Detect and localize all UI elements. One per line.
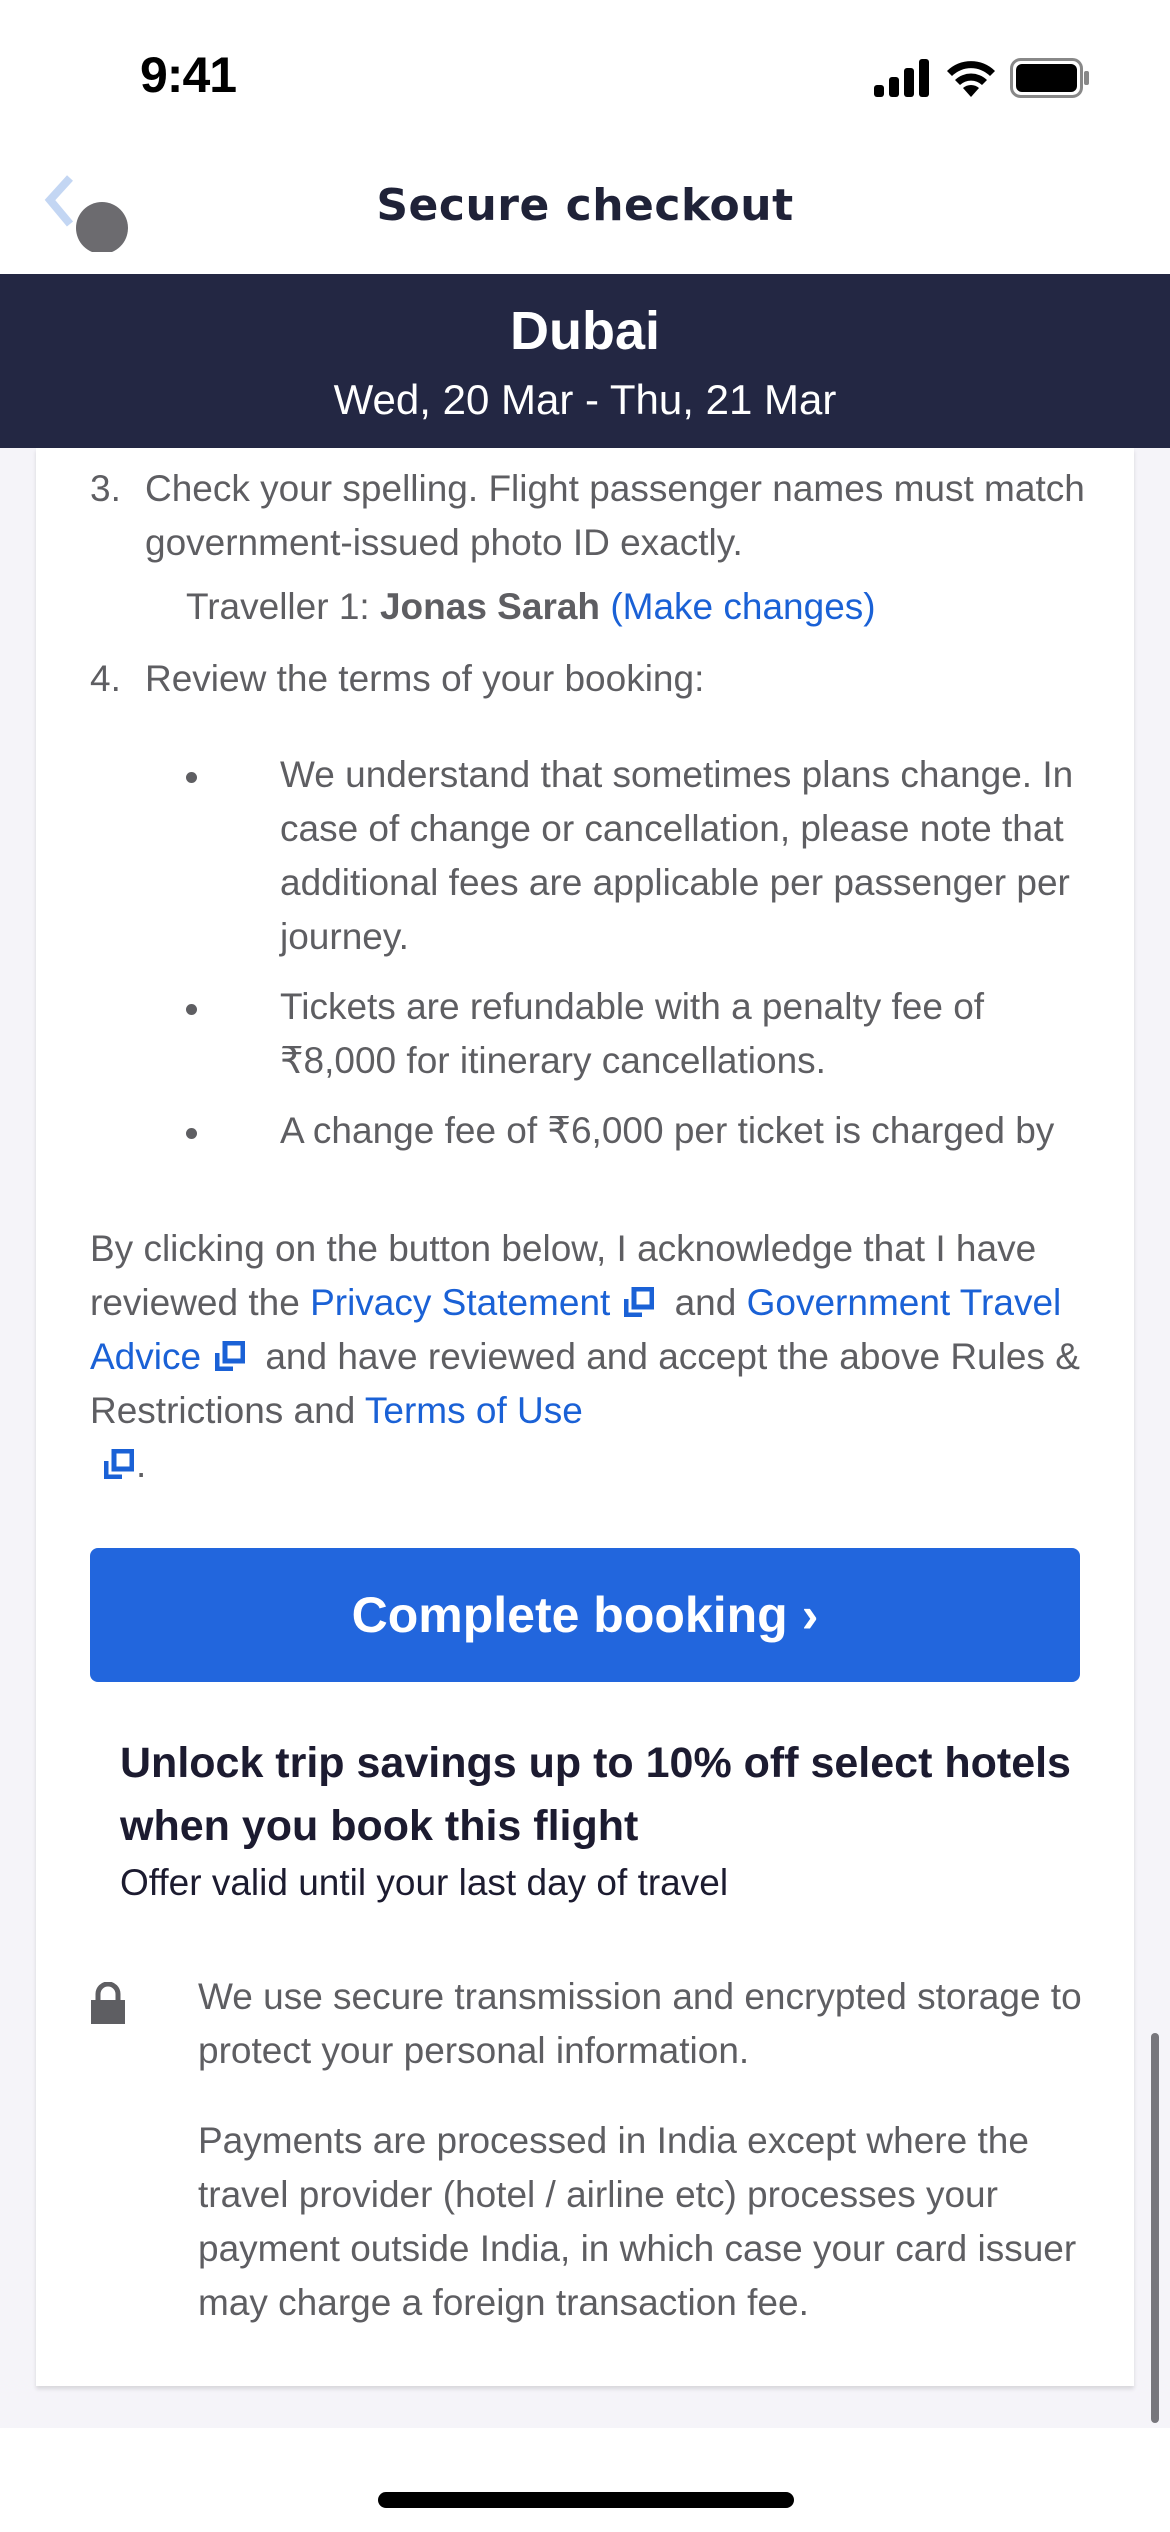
step-number: 3. [90, 468, 121, 509]
wifi-icon [947, 61, 995, 97]
status-time: 9:41 [140, 47, 237, 103]
complete-booking-button[interactable]: Complete booking › [90, 1548, 1080, 1682]
trip-header: Dubai Wed, 20 Mar - Thu, 21 Mar [0, 274, 1170, 448]
scrollbar[interactable] [1151, 2033, 1159, 2423]
battery-icon [1010, 58, 1089, 98]
traveller-line: Traveller 1: Jonas Sarah (Make changes) [186, 580, 876, 634]
trip-dates: Wed, 20 Mar - Thu, 21 Mar [333, 376, 837, 423]
hotel-savings-promo: Unlock trip savings up to 10% off select… [120, 1732, 1080, 1908]
nav-bar: Secure checkout [0, 150, 1170, 274]
external-link-icon[interactable] [104, 1449, 134, 1479]
promo-title: Unlock trip savings up to 10% off select… [120, 1739, 1071, 1850]
page-title: Secure checkout [376, 180, 794, 231]
privacy-statement-link[interactable]: Privacy Statement [310, 1282, 610, 1323]
payment-processing-text: Payments are processed in India except w… [198, 2120, 1077, 2323]
security-text: We use secure transmission and encrypted… [198, 1976, 1082, 2071]
ack-text-4: . [136, 1444, 147, 1485]
complete-booking-label: Complete booking [351, 1587, 788, 1643]
terms-list[interactable]: We understand that sometimes plans chang… [186, 748, 1086, 1178]
acknowledgement-text: By clicking on the button below, I ackno… [90, 1222, 1100, 1492]
terms-bullet: We understand that sometimes plans chang… [186, 748, 1086, 964]
chevron-right-icon: › [801, 1587, 819, 1643]
terms-bullet: Tickets are refundable with a penalty fe… [186, 980, 1086, 1088]
step-text: Check your spelling. Flight passenger na… [145, 468, 1085, 563]
checkout-card: 3. Check your spelling. Flight passenger… [36, 448, 1134, 2386]
step-number: 4. [90, 658, 121, 699]
terms-bullet: A change fee of ₹6,000 per ticket is cha… [186, 1104, 1086, 1158]
traveller-name: Jonas Sarah [379, 586, 601, 627]
external-link-icon[interactable] [215, 1341, 246, 1371]
external-link-icon[interactable] [624, 1287, 655, 1317]
terms-of-use-link[interactable]: Terms of Use [365, 1390, 583, 1431]
ack-text-2: and [664, 1282, 747, 1323]
home-area [0, 2428, 1170, 2532]
signal-icon [874, 59, 929, 97]
status-icons [874, 58, 1090, 98]
trip-destination: Dubai [509, 301, 660, 361]
traveller-label: Traveller 1: [186, 586, 370, 627]
status-bar: 9:41 [0, 0, 1170, 150]
home-indicator[interactable] [378, 2492, 794, 2508]
lock-icon [91, 1982, 125, 2024]
step-text: Review the terms of your booking: [145, 658, 705, 699]
make-changes-link[interactable]: (Make changes) [610, 586, 875, 627]
promo-subtitle: Offer valid until your last day of trave… [120, 1862, 729, 1903]
